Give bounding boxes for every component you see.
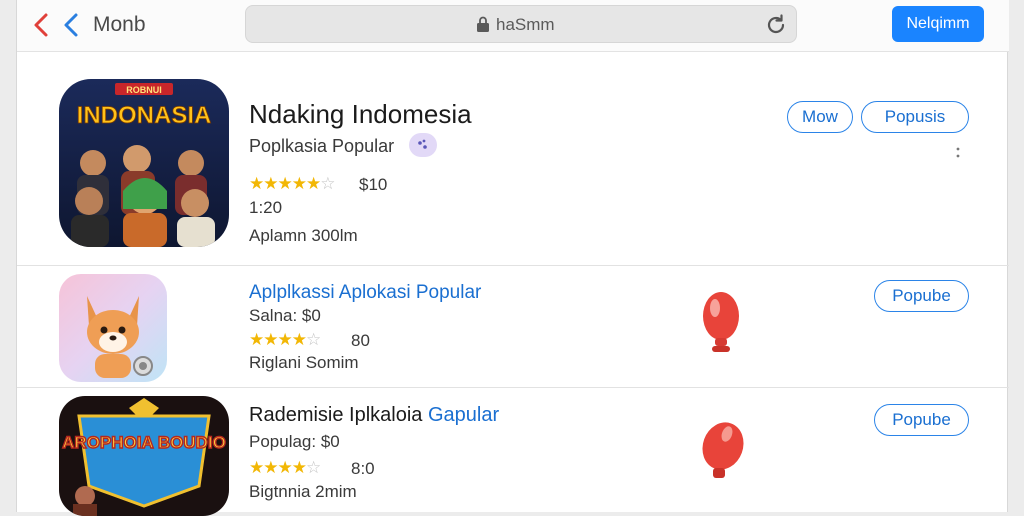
top-toolbar: Monb haSmm Nelqimm: [17, 0, 1009, 52]
chevron-back-blue-icon[interactable]: [61, 12, 83, 38]
top-action-button[interactable]: Nelqimm: [892, 6, 984, 42]
app-rating-stars: ★★★★☆: [249, 458, 321, 477]
app-price: Populag: $0: [249, 432, 340, 451]
featured-app-icon[interactable]: ROBNUI INDONASIA: [59, 79, 229, 247]
featured-pill-button-2[interactable]: Popusis: [861, 101, 969, 133]
featured-meta-time: 1:20: [249, 198, 283, 217]
app-list-item[interactable]: AROPHOIA BOUDIO Rademisie Iplkaloia Gapu…: [17, 387, 1009, 516]
game-icon-text: AROPHOIA BOUDIO: [62, 433, 226, 452]
balloon-icon: [703, 292, 739, 352]
app-rating-stars: ★★★★☆: [249, 330, 321, 349]
nav-title: Monb: [93, 13, 146, 36]
more-dots-icon[interactable]: [955, 145, 961, 161]
app-meta: Riglani Somim: [249, 353, 359, 372]
game-app-icon[interactable]: AROPHOIA BOUDIO: [59, 396, 229, 516]
app-title[interactable]: Aplplkassi Aplokasi Popular: [249, 282, 481, 304]
featured-app-row[interactable]: ROBNUI INDONASIA Ndaking Indomesia Poplk…: [17, 53, 1009, 265]
indonesia-poster-icon: ROBNUI INDONASIA: [59, 79, 229, 247]
featured-app-title[interactable]: Ndaking Indomesia: [249, 99, 472, 130]
app-meta: Bigtnnia 2mim: [249, 482, 357, 501]
featured-rating-value: $10: [359, 175, 388, 194]
featured-pill-button-1[interactable]: Mow: [787, 101, 853, 133]
featured-rating-stars: ★★★★★☆: [249, 174, 335, 193]
lock-icon: [477, 16, 489, 32]
app-price: Salna: $0: [249, 306, 321, 325]
balloon-icon: [702, 422, 744, 478]
url-text: haSmm: [496, 15, 555, 34]
featured-app-category: Poplkasia Popular: [249, 136, 395, 156]
icon-text-small: ROBNUI: [126, 85, 162, 95]
app-rating-value: 8:0: [351, 459, 375, 478]
chevron-left-icon[interactable]: [31, 12, 53, 38]
featured-meta-size: Aplamn 300lm: [249, 226, 358, 245]
app-get-button[interactable]: Popube: [874, 280, 969, 312]
reload-icon[interactable]: [764, 13, 788, 37]
app-get-button[interactable]: Popube: [874, 404, 969, 436]
app-title[interactable]: Rademisie Iplkaloia Gapular: [249, 404, 499, 427]
sparkle-badge-icon: [409, 133, 437, 157]
fox-app-icon[interactable]: [59, 274, 167, 382]
app-store-window: Monb haSmm Nelqimm ROBNUI INDONASIA Ndak…: [16, 0, 1009, 516]
address-bar[interactable]: haSmm: [245, 5, 797, 43]
app-list-item[interactable]: Aplplkassi Aplokasi Popular Salna: $0 ★★…: [17, 265, 1009, 387]
icon-text-big: INDONASIA: [77, 102, 212, 129]
app-title-accent: Gapular: [427, 404, 500, 426]
app-rating-value: 80: [351, 331, 370, 350]
